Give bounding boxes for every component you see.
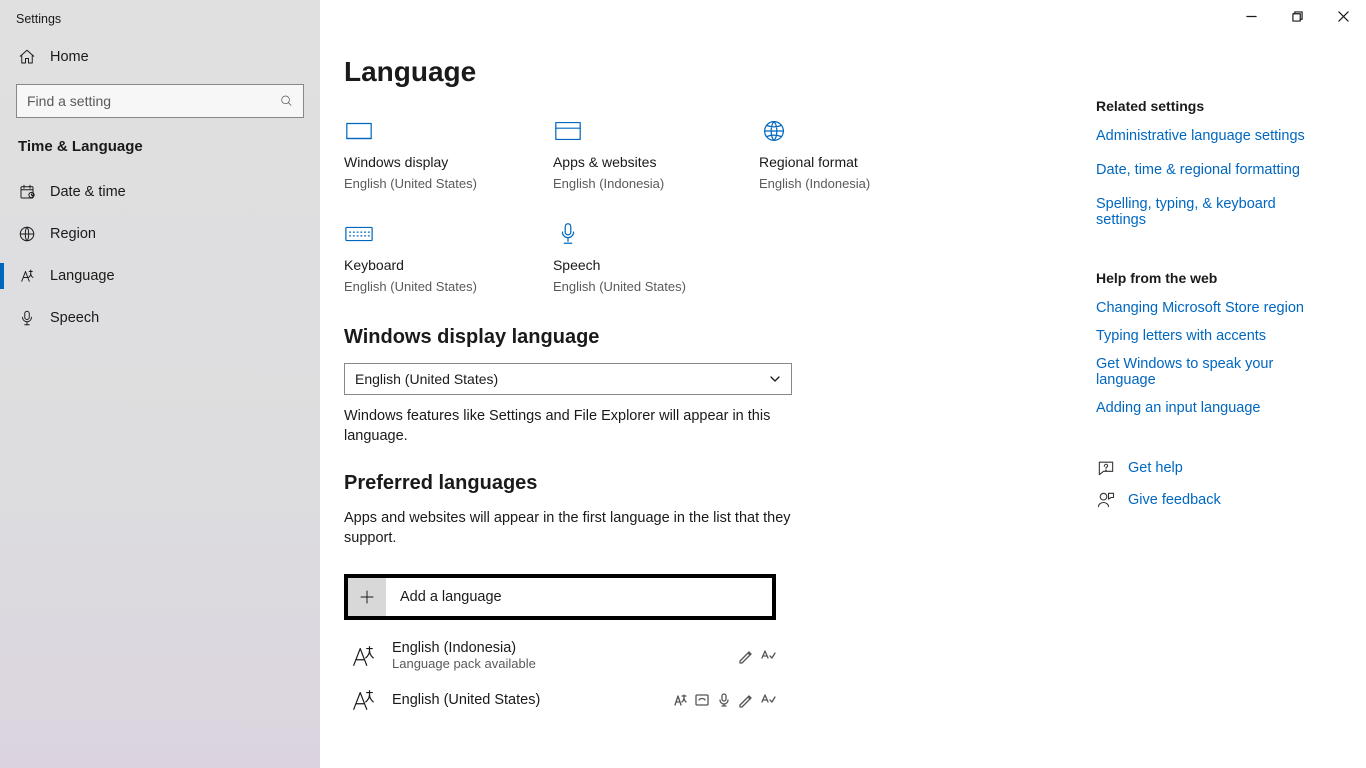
plus-icon [348, 578, 386, 616]
help-heading: Help from the web [1096, 270, 1324, 286]
sidebar-item-datetime[interactable]: Date & time [0, 171, 320, 213]
help-link[interactable]: Changing Microsoft Store region [1096, 300, 1324, 316]
calendar-icon [18, 183, 36, 201]
card-keyboard[interactable]: Keyboard English (United States) [344, 217, 477, 298]
pref-feature-icons [738, 648, 776, 664]
globe-icon [18, 225, 36, 243]
help-link[interactable]: Get Windows to speak your language [1096, 356, 1324, 388]
give-feedback-link[interactable]: Give feedback [1096, 490, 1324, 510]
card-windows-display[interactable]: Windows display English (United States) [344, 114, 477, 195]
search-wrap [0, 76, 320, 130]
globe-icon [759, 118, 789, 144]
search-icon [280, 94, 293, 108]
right-panel: Related settings Administrative language… [1080, 0, 1340, 768]
language-a-icon [18, 267, 36, 285]
sidebar-section: Time & Language [0, 130, 320, 171]
add-language-button[interactable]: Add a language [344, 574, 776, 620]
language-a-icon [348, 643, 378, 669]
display-language-dropdown[interactable]: English (United States) [344, 363, 792, 395]
sidebar-item-label: Date & time [50, 184, 126, 200]
card-value: English (Indonesia) [759, 176, 889, 191]
display-lang-note: Windows features like Settings and File … [344, 407, 792, 446]
mic-icon [553, 221, 583, 247]
handwriting-icon [738, 648, 754, 664]
pref-name: English (Indonesia) [392, 640, 724, 656]
keyboard-icon [344, 221, 374, 247]
language-cards: Windows display English (United States) … [344, 114, 904, 298]
chat-help-icon [1096, 458, 1116, 478]
pref-language-item[interactable]: English (United States) [344, 679, 780, 721]
sidebar-item-region[interactable]: Region [0, 213, 320, 255]
pref-language-item[interactable]: English (Indonesia) Language pack availa… [344, 632, 780, 679]
card-regional-format[interactable]: Regional format English (Indonesia) [759, 114, 889, 195]
content: Language Windows display English (United… [320, 0, 1080, 768]
pref-sub: Language pack available [392, 656, 724, 671]
add-language-label: Add a language [400, 589, 502, 605]
card-label: Keyboard [344, 257, 477, 273]
display-lang-heading: Windows display language [344, 326, 1052, 349]
preferred-heading: Preferred languages [344, 472, 1052, 495]
language-a-icon [672, 692, 688, 708]
language-a-icon [348, 687, 378, 713]
home-label: Home [50, 49, 89, 65]
maximize-button[interactable] [1274, 0, 1320, 32]
related-link[interactable]: Administrative language settings [1096, 128, 1324, 144]
card-label: Windows display [344, 154, 477, 170]
card-label: Apps & websites [553, 154, 683, 170]
app-title: Settings [0, 8, 320, 38]
dropdown-value: English (United States) [355, 371, 498, 387]
home-icon [18, 48, 36, 66]
spellcheck-icon [760, 648, 776, 664]
card-speech[interactable]: Speech English (United States) [553, 217, 686, 298]
chevron-down-icon [769, 373, 781, 385]
window-controls [1228, 0, 1366, 32]
handwriting-icon [738, 692, 754, 708]
card-label: Speech [553, 257, 686, 273]
pref-name: English (United States) [392, 692, 658, 708]
sidebar-item-label: Region [50, 226, 96, 242]
feedback-icon [1096, 490, 1116, 510]
related-link[interactable]: Date, time & regional formatting [1096, 162, 1324, 178]
preferred-note: Apps and websites will appear in the fir… [344, 509, 792, 548]
home-button[interactable]: Home [0, 38, 320, 76]
card-value: English (United States) [344, 279, 477, 294]
card-value: English (United States) [344, 176, 477, 191]
sidebar-item-label: Speech [50, 310, 99, 326]
mic-icon [716, 692, 732, 708]
spellcheck-icon [760, 692, 776, 708]
give-feedback-label: Give feedback [1128, 492, 1221, 508]
help-link[interactable]: Adding an input language [1096, 400, 1324, 416]
card-label: Regional format [759, 154, 889, 170]
search-input[interactable] [16, 84, 304, 118]
search-text[interactable] [27, 93, 280, 109]
monitor-icon [344, 118, 374, 144]
sidebar-item-language[interactable]: Language [0, 255, 320, 297]
get-help-label: Get help [1128, 460, 1183, 476]
sidebar-nav: Date & time Region Language Speech [0, 171, 320, 339]
close-button[interactable] [1320, 0, 1366, 32]
sidebar-item-speech[interactable]: Speech [0, 297, 320, 339]
card-apps-websites[interactable]: Apps & websites English (Indonesia) [553, 114, 683, 195]
related-link[interactable]: Spelling, typing, & keyboard settings [1096, 196, 1324, 228]
card-value: English (United States) [553, 279, 686, 294]
card-value: English (Indonesia) [553, 176, 683, 191]
sidebar-item-label: Language [50, 268, 115, 284]
pref-feature-icons [672, 692, 776, 708]
sidebar: Settings Home Time & Language Date & tim… [0, 0, 320, 768]
minimize-button[interactable] [1228, 0, 1274, 32]
window-icon [553, 118, 583, 144]
help-link[interactable]: Typing letters with accents [1096, 328, 1324, 344]
related-heading: Related settings [1096, 98, 1324, 114]
get-help-link[interactable]: Get help [1096, 458, 1324, 478]
page-title: Language [344, 56, 1052, 88]
main: Language Windows display English (United… [320, 0, 1366, 768]
mic-icon [18, 309, 36, 327]
tts-box-icon [694, 692, 710, 708]
